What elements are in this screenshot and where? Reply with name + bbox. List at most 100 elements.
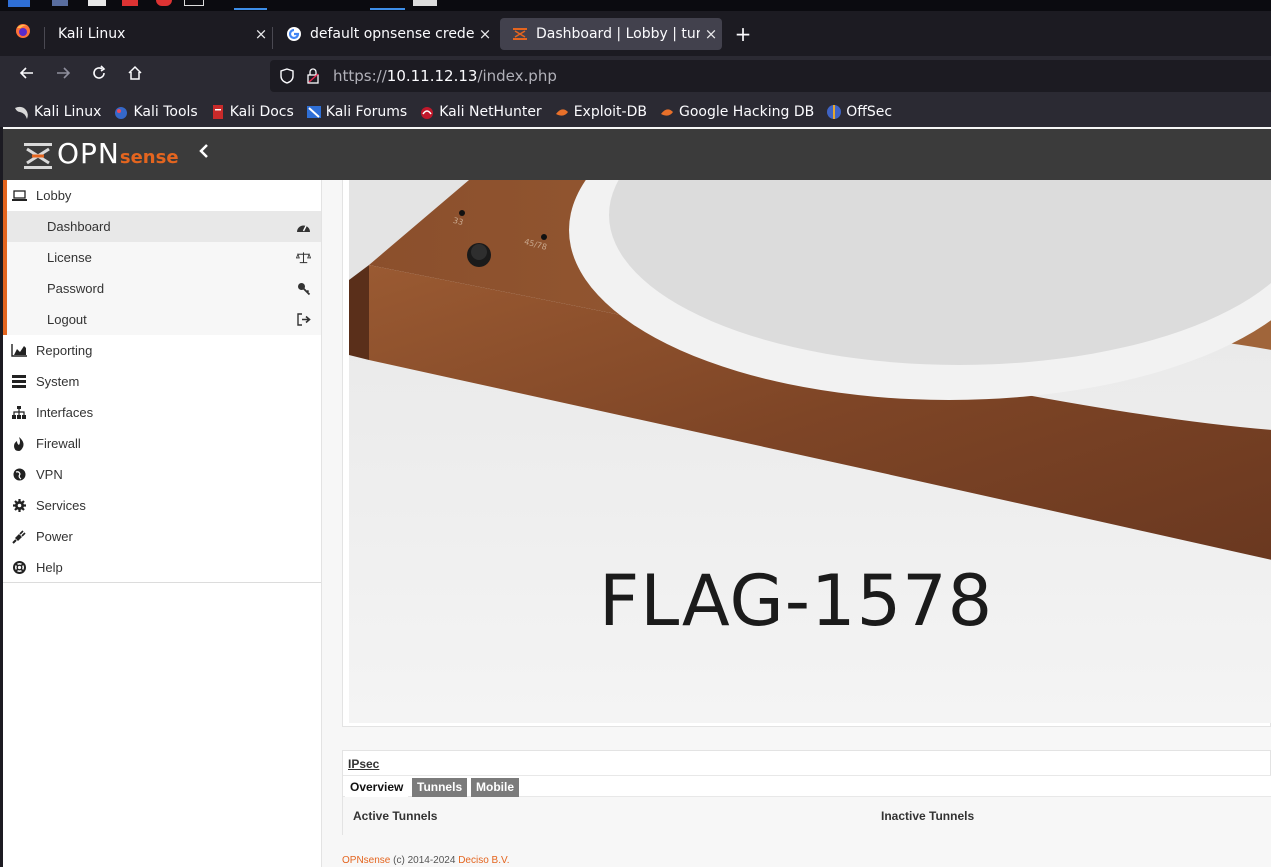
sidebar-item-label: Interfaces <box>36 405 94 420</box>
sidebar-item-license[interactable]: License <box>7 242 321 273</box>
bookmark-label: Kali Linux <box>34 103 102 120</box>
opnsense-logo-text: OPNsense <box>57 139 179 173</box>
os-active-indicator <box>234 8 267 10</box>
tab-label: Kali Linux <box>58 26 126 42</box>
reload-icon[interactable] <box>87 64 111 88</box>
sidebar-item-label: Logout <box>47 312 87 327</box>
globe-icon <box>11 468 27 482</box>
ipsec-tab-overview[interactable]: Overview <box>345 778 409 797</box>
tab-label: Dashboard | Lobby | turntable <box>536 26 700 42</box>
active-tunnels-header: Active Tunnels <box>353 809 438 823</box>
bookmark-google-hacking-db[interactable]: Google Hacking DB <box>659 104 814 120</box>
bookmark-kali-linux[interactable]: Kali Linux <box>14 104 101 120</box>
area-chart-icon <box>11 344 27 358</box>
home-icon[interactable] <box>123 64 147 88</box>
sidebar-item-reporting[interactable]: Reporting <box>3 335 321 366</box>
ipsec-tab-tunnels[interactable]: Tunnels <box>412 778 468 797</box>
firefox-view-icon[interactable] <box>11 22 35 46</box>
sidebar-item-interfaces[interactable]: Interfaces <box>3 397 321 428</box>
sidebar-item-label: License <box>47 250 92 265</box>
tab-dashboard-lobby[interactable]: Dashboard | Lobby | turntable × <box>500 18 722 50</box>
picture-widget: 33 45/78 FLAG-1578 <box>342 180 1271 727</box>
os-browser-icon[interactable] <box>156 0 172 6</box>
menu-group-lobby: Lobby Dashboard License Password Logout <box>3 180 321 335</box>
nethunter-icon <box>419 104 435 120</box>
url-text[interactable]: https://10.11.12.13/index.php <box>333 67 557 85</box>
cog-icon <box>11 499 27 513</box>
bookmark-label: OffSec <box>846 103 893 120</box>
bookmark-label: Google Hacking DB <box>678 103 815 120</box>
close-tab-icon[interactable]: × <box>474 25 496 43</box>
sidebar-item-services[interactable]: Services <box>3 490 321 521</box>
bookmark-kali-forums[interactable]: Kali Forums <box>306 104 407 120</box>
new-tab-button[interactable]: + <box>733 24 753 45</box>
bookmark-kali-docs[interactable]: Kali Docs <box>210 104 294 120</box>
sidebar-item-system[interactable]: System <box>3 366 321 397</box>
bookmark-label: Exploit-DB <box>573 103 647 120</box>
os-app-icon[interactable] <box>122 0 138 6</box>
sidebar-item-power[interactable]: Power <box>3 521 321 552</box>
bookmark-kali-nethunter[interactable]: Kali NetHunter <box>419 103 542 120</box>
shield-icon[interactable] <box>279 68 295 84</box>
forward-arrow-icon[interactable] <box>51 64 75 88</box>
browser-nav-bar: https://10.11.12.13/index.php <box>0 56 1271 96</box>
os-workspace-icon[interactable] <box>413 0 437 6</box>
bookmark-label: Kali NetHunter <box>439 103 542 120</box>
bookmarks-bar: Kali Linux Kali Tools Kali Docs Kali For… <box>0 96 1271 127</box>
sidebar-item-label: Services <box>36 498 86 513</box>
os-menu-icon[interactable] <box>8 0 30 7</box>
ipsec-widget-title[interactable]: IPsec <box>348 757 379 771</box>
collapse-sidebar-icon[interactable] <box>198 143 210 164</box>
sidebar-item-label: System <box>36 374 80 389</box>
logo-opn: OPN <box>57 137 120 170</box>
logo-sense: sense <box>119 147 179 168</box>
bookmark-kali-tools[interactable]: Kali Tools <box>113 103 198 120</box>
footer-deciso-link[interactable]: Deciso B.V. <box>458 855 509 866</box>
sidebar-item-label: Lobby <box>36 188 72 203</box>
os-window-icon[interactable] <box>184 0 204 6</box>
fire-icon <box>11 436 27 451</box>
sidebar-item-label: Dashboard <box>47 219 111 234</box>
sidebar-item-dashboard[interactable]: Dashboard <box>7 211 321 242</box>
tab-kali-linux[interactable]: Kali Linux × <box>46 18 272 50</box>
kali-forums-icon <box>306 104 322 120</box>
sidebar-item-vpn[interactable]: VPN <box>3 459 321 490</box>
sidebar-item-label: Power <box>36 529 73 544</box>
close-tab-icon[interactable]: × <box>250 25 272 43</box>
web-page: OPNsense Lobby Dashboard License Passwor… <box>0 127 1271 867</box>
os-files-icon[interactable] <box>52 0 68 6</box>
opnsense-logo[interactable]: OPNsense <box>23 139 179 173</box>
tab-separator <box>44 27 45 49</box>
address-bar[interactable]: https://10.11.12.13/index.php <box>270 60 1271 92</box>
turntable-photo: 33 45/78 FLAG-1578 <box>349 180 1271 723</box>
tab-default-opnsense-credentials[interactable]: default opnsense credentials × <box>274 18 496 50</box>
os-active-indicator-2 <box>370 8 405 10</box>
browser-tab-bar: Kali Linux × default opnsense credential… <box>0 11 1271 56</box>
ipsec-table-header: Active Tunnels Inactive Tunnels <box>343 797 1271 835</box>
page-footer: OPNsense (c) 2014-2024 Deciso B.V. <box>342 855 510 866</box>
ghdb-icon <box>659 104 675 120</box>
close-tab-icon[interactable]: × <box>700 25 722 43</box>
bookmark-exploit-db[interactable]: Exploit-DB <box>554 104 647 120</box>
lock-warning-icon[interactable] <box>305 68 321 84</box>
bookmark-label: Kali Tools <box>133 103 198 120</box>
back-arrow-icon[interactable] <box>15 64 39 88</box>
sidebar-item-lobby[interactable]: Lobby <box>7 180 321 211</box>
sidebar-item-firewall[interactable]: Firewall <box>3 428 321 459</box>
sidebar-item-label: Firewall <box>36 436 81 451</box>
sidebar-item-help[interactable]: Help <box>3 552 321 583</box>
balance-scale-icon <box>296 250 311 265</box>
kali-docs-icon <box>210 104 226 120</box>
bookmark-label: Kali Forums <box>325 103 408 120</box>
footer-opnsense-link[interactable]: OPNsense <box>342 855 390 866</box>
os-terminal-icon[interactable] <box>88 0 106 6</box>
bookmark-offsec[interactable]: OffSec <box>826 104 892 120</box>
opnsense-header: OPNsense <box>3 129 1271 180</box>
url-scheme: https:// <box>333 67 387 85</box>
sidebar-item-password[interactable]: Password <box>7 273 321 304</box>
ipsec-tab-mobile[interactable]: Mobile <box>471 778 519 797</box>
sidebar-item-logout[interactable]: Logout <box>7 304 321 335</box>
sidebar-nav: Lobby Dashboard License Password Logout … <box>3 180 322 867</box>
google-icon <box>286 26 302 42</box>
sidebar-item-label: Password <box>47 281 105 296</box>
